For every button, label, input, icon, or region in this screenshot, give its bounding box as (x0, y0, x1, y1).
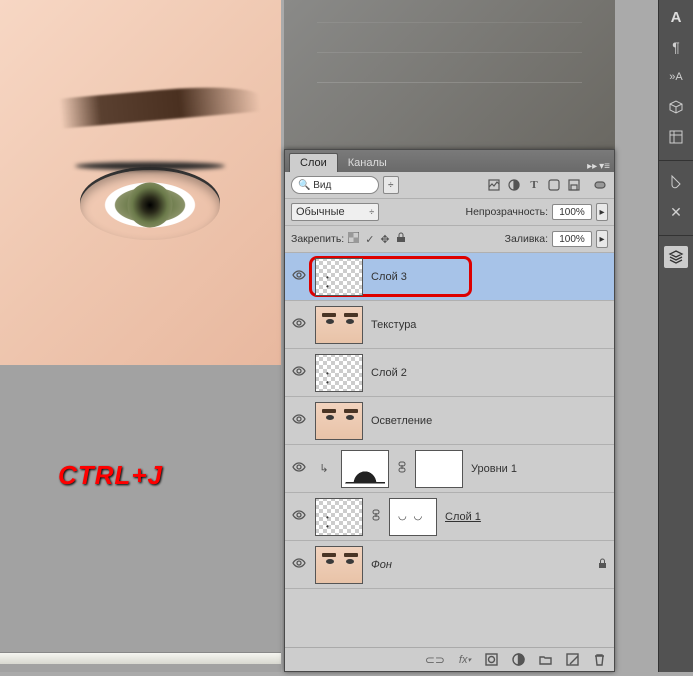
panel-menu-icon[interactable]: ▾≡ (599, 161, 610, 172)
blend-mode-select[interactable]: Обычные÷ (291, 203, 379, 221)
visibility-toggle[interactable] (291, 412, 307, 429)
fill-dropdown[interactable]: ▸ (596, 230, 608, 248)
paragraph-icon[interactable]: ¶ (664, 36, 688, 58)
filter-smartobject-icon[interactable] (566, 178, 582, 192)
layer-thumbnail[interactable] (315, 306, 363, 344)
glyph-icon[interactable]: »A (664, 66, 688, 88)
layer-thumbnail[interactable] (315, 546, 363, 584)
add-mask-icon[interactable] (485, 653, 498, 666)
visibility-toggle[interactable] (291, 364, 307, 381)
lock-pixels-icon[interactable]: ✓ (365, 233, 374, 246)
link-layers-icon[interactable]: ⊂⊃ (425, 653, 445, 667)
search-placeholder: Вид (313, 180, 331, 191)
new-adjustment-icon[interactable] (512, 653, 525, 666)
filter-type-icon[interactable]: T (526, 178, 542, 192)
layer-row[interactable]: Осветление (285, 397, 614, 445)
lock-label: Закрепить: (291, 233, 344, 245)
overlay-shortcut-text: CTRL+J (58, 460, 163, 491)
visibility-toggle[interactable] (291, 316, 307, 333)
layer-name[interactable]: Слой 1 (445, 511, 481, 523)
visibility-toggle[interactable] (291, 460, 307, 477)
visibility-toggle[interactable] (291, 268, 307, 285)
layer-row[interactable]: Слой 1 (285, 493, 614, 541)
layer-row[interactable]: Слой 3 (285, 253, 614, 301)
layer-thumbnail[interactable] (315, 354, 363, 392)
filter-toggle-icon[interactable] (592, 178, 608, 192)
link-icon (397, 461, 407, 476)
fill-input[interactable]: 100% (552, 231, 592, 247)
fill-label: Заливка: (505, 233, 548, 245)
lock-position-icon[interactable]: ✥ (380, 233, 389, 246)
tab-channels[interactable]: Каналы (338, 154, 397, 172)
photo-preview (0, 0, 281, 365)
lock-icon (597, 558, 608, 572)
canvas-area: CTRL+J (0, 0, 281, 672)
fx-icon[interactable]: fx▾ (459, 654, 471, 666)
layers-list: Слой 3 Текстура Слой 2 Осветление ↳ Уров… (285, 253, 614, 647)
opacity-input[interactable]: 100% (552, 204, 592, 220)
visibility-toggle[interactable] (291, 556, 307, 573)
filter-dropdown[interactable]: ÷ (383, 176, 399, 194)
layer-name[interactable]: Слой 2 (371, 367, 407, 379)
libraries-icon[interactable] (664, 126, 688, 148)
panel-collapse-icon[interactable]: ▸▸ (587, 161, 597, 172)
layer-thumbnail[interactable] (315, 258, 363, 296)
layers-panel-icon[interactable] (664, 246, 688, 268)
layer-row[interactable]: Фон (285, 541, 614, 589)
layer-name[interactable]: Осветление (371, 415, 432, 427)
layer-thumbnail[interactable] (315, 402, 363, 440)
tab-layers[interactable]: Слои (289, 153, 338, 172)
brushes-icon[interactable]: ✕ (664, 201, 688, 223)
layer-name[interactable]: Уровни 1 (471, 463, 517, 475)
right-toolbar: A ¶ »A ✕ (658, 0, 693, 672)
filter-shape-icon[interactable] (546, 178, 562, 192)
new-layer-icon[interactable] (566, 653, 579, 666)
layer-name[interactable]: Текстура (371, 319, 416, 331)
layer-name[interactable]: Фон (371, 559, 392, 571)
layer-row[interactable]: Слой 2 (285, 349, 614, 397)
lock-all-icon[interactable] (396, 232, 406, 246)
3d-icon[interactable] (664, 96, 688, 118)
layer-thumbnail[interactable] (315, 498, 363, 536)
opacity-dropdown[interactable]: ▸ (596, 203, 608, 221)
panel-footer: ⊂⊃ fx▾ (285, 647, 614, 671)
blend-mode-value: Обычные (296, 206, 345, 218)
layer-row[interactable]: ↳ Уровни 1 (285, 445, 614, 493)
delete-layer-icon[interactable] (593, 653, 606, 666)
layers-panel: Слои Каналы ▸▸ ▾≡ 🔍 Вид ÷ T Обычные÷ Неп… (284, 149, 615, 672)
swatches-icon[interactable] (664, 171, 688, 193)
layer-filter-search[interactable]: 🔍 Вид (291, 176, 379, 194)
filter-adjustment-icon[interactable] (506, 178, 522, 192)
link-icon (371, 509, 381, 524)
layer-name[interactable]: Слой 3 (371, 271, 407, 283)
character-icon[interactable]: A (664, 6, 688, 28)
mask-thumbnail[interactable] (415, 450, 463, 488)
background-image-area (284, 0, 615, 149)
new-group-icon[interactable] (539, 653, 552, 666)
opacity-label: Непрозрачность: (466, 206, 549, 218)
lock-transparency-icon[interactable] (348, 232, 359, 246)
adjustment-thumbnail[interactable] (341, 450, 389, 488)
mask-thumbnail[interactable] (389, 498, 437, 536)
filter-image-icon[interactable] (486, 178, 502, 192)
layer-row[interactable]: Текстура (285, 301, 614, 349)
clip-indicator-icon: ↳ (315, 460, 333, 478)
panel-tabs: Слои Каналы ▸▸ ▾≡ (285, 150, 614, 172)
visibility-toggle[interactable] (291, 508, 307, 525)
